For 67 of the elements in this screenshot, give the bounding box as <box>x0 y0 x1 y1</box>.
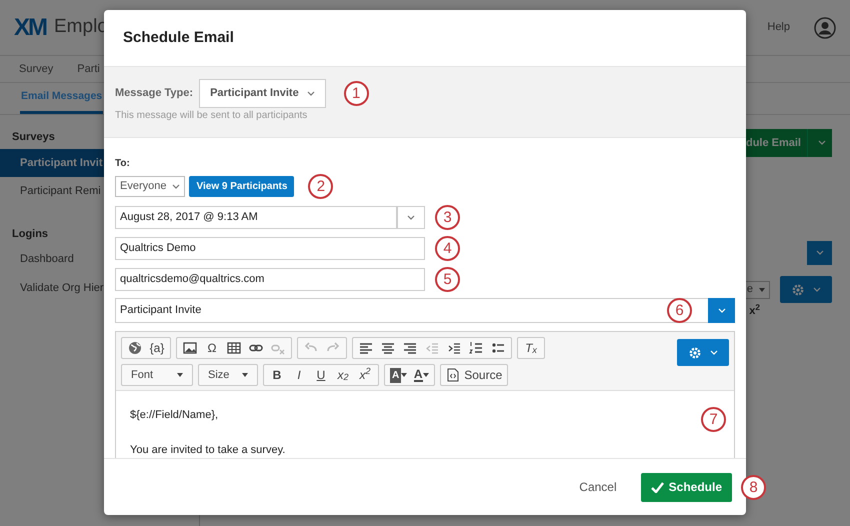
caret-icon <box>172 184 180 189</box>
caret-icon <box>422 373 429 377</box>
bulleted-list-icon[interactable] <box>491 341 505 355</box>
caret-icon <box>306 91 315 96</box>
italic-button[interactable]: I <box>289 366 309 384</box>
field-label: To: <box>115 157 131 171</box>
caret-icon <box>242 373 248 377</box>
caret-icon <box>813 287 821 292</box>
message-select[interactable]: Participant Invite 6 <box>115 298 708 323</box>
bold-button[interactable]: B <box>267 366 287 384</box>
check-icon <box>650 482 664 492</box>
image-icon[interactable] <box>183 341 197 355</box>
hint-text: This message will be sent to all participants <box>115 109 308 123</box>
caret-icon <box>718 308 726 313</box>
align-left-icon[interactable] <box>359 341 373 355</box>
callout-number: 5 <box>435 267 460 292</box>
superscript-button[interactable]: x$^{2}$ <box>749 303 760 320</box>
caret-icon <box>816 250 824 256</box>
message-type-select[interactable]: Participant Invite <box>199 79 326 108</box>
settings-button[interactable] <box>677 339 729 366</box>
caret-icon <box>818 140 826 146</box>
align-center-icon[interactable] <box>381 341 395 355</box>
settings-icon <box>688 346 702 360</box>
body-text: You are invited to take a survey. <box>130 442 286 458</box>
body-text: ${e://Field/Name}, <box>130 408 220 423</box>
numbered-list-icon[interactable] <box>469 341 483 355</box>
avatar-icon[interactable] <box>814 16 836 38</box>
table-icon[interactable] <box>227 341 241 355</box>
caret-icon <box>401 373 408 377</box>
callout-number: 3 <box>435 205 460 230</box>
caret-icon <box>710 350 718 355</box>
schedule-button[interactable]: Schedule <box>640 472 732 502</box>
help-link[interactable]: Help <box>767 19 790 36</box>
callout-number: 1 <box>344 81 369 106</box>
date-field[interactable]: August 28, 2017 @ 9:13 AM <box>115 206 397 229</box>
callout-number: 7 <box>701 407 726 432</box>
align-right-icon[interactable] <box>403 341 417 355</box>
document-icon <box>446 368 460 382</box>
callout-number: 8 <box>741 475 766 500</box>
dialog-title: Schedule Email <box>123 28 234 48</box>
tab[interactable]: Survey <box>19 60 54 78</box>
logo: XM <box>14 12 46 42</box>
callout-number: 6 <box>667 298 692 323</box>
settings-icon <box>791 282 805 296</box>
background-color-button[interactable]: A <box>388 366 410 384</box>
toolbar-button[interactable]: Ω <box>202 339 222 357</box>
toolbar-button[interactable]: x$_{2}$ <box>333 366 353 384</box>
indent-icon[interactable] <box>447 341 461 355</box>
caret-icon <box>177 373 183 377</box>
sidebar-heading: Surveys <box>11 130 56 145</box>
cancel-button[interactable]: Cancel <box>573 477 623 497</box>
caret-icon <box>407 215 415 220</box>
caret-icon <box>759 288 765 292</box>
email-field[interactable]: qualtricsdemo@qualtrics.com <box>115 268 425 291</box>
settings-button[interactable] <box>780 276 832 303</box>
field-label: Message Type: <box>115 86 194 102</box>
text-color-button[interactable]: A <box>411 366 432 384</box>
view-participants-button[interactable]: View 9 Participants <box>189 176 294 197</box>
callout-number: 2 <box>308 174 334 199</box>
callout-number: 4 <box>435 236 460 261</box>
underline-button[interactable]: U <box>311 366 331 384</box>
globe-icon[interactable] <box>128 341 142 355</box>
sidebar-heading: Logins <box>11 226 50 242</box>
tab[interactable]: Parti <box>77 60 100 78</box>
recipient-select[interactable]: Everyone <box>115 176 186 197</box>
toolbar-button[interactable]: x$^{2}$ <box>355 366 375 384</box>
from-name-field[interactable]: Qualtrics Demo <box>115 237 425 260</box>
